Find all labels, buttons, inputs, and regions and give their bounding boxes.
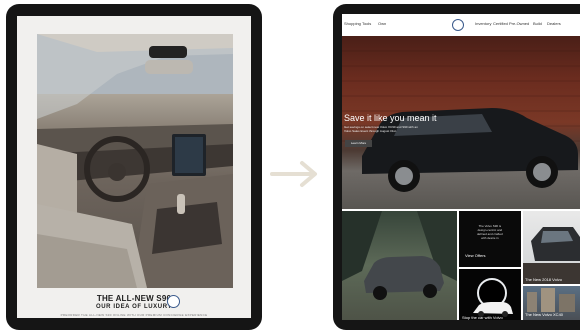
tablet-print-ad: THE ALL-NEW S90 OUR IDEA OF LUXURY PREOR… <box>6 4 262 330</box>
car-interior-photo <box>37 34 233 288</box>
tile-eclipse-car[interactable]: Stop the car with Volvo <box>459 269 521 320</box>
nav-item-dealers[interactable]: Dealers <box>547 21 561 26</box>
nav-item-own[interactable]: Own <box>378 21 386 26</box>
tile-xc40-label: The New Volvo XC40 <box>525 312 564 317</box>
print-ad-page: THE ALL-NEW S90 OUR IDEA OF LUXURY PREOR… <box>17 16 251 318</box>
ad-fine-print: PREORDER THE ALL-NEW S90 ONLINE WITH OUR… <box>60 313 208 317</box>
hero-copy: Get savings on select new Volvo XC90 and… <box>344 125 418 133</box>
nav-item-certified-pre-owned[interactable]: Certified Pre-Owned <box>493 21 529 26</box>
tile-s90-copy: The Volvo S90 is design-centric and defi… <box>477 224 503 240</box>
ad-headline: THE ALL-NEW S90 <box>96 294 172 303</box>
volvo-logo-icon[interactable] <box>452 19 464 31</box>
tile-new-volvo-label: The New 2018 Volvo <box>525 277 562 282</box>
site-navigation: Shopping Tools Own Inventory Certified P… <box>342 14 580 37</box>
tile-forest-suv[interactable] <box>342 211 457 320</box>
volvo-logo-icon <box>167 295 180 308</box>
learn-more-button[interactable]: Learn More <box>345 140 372 147</box>
tablet-website: Shopping Tools Own Inventory Certified P… <box>333 4 580 330</box>
tile-new-volvo[interactable]: The New 2018 Volvo <box>523 211 580 284</box>
hero-banner: Save it like you mean it Get savings on … <box>342 36 580 209</box>
nav-item-build[interactable]: Build <box>533 21 542 26</box>
arrow-right-icon <box>270 161 317 187</box>
tile-eclipse-label: Stop the car with Volvo <box>462 315 503 320</box>
hero-title: Save it like you mean it <box>344 113 437 123</box>
ad-subline: OUR IDEA OF LUXURY <box>95 304 173 310</box>
nav-item-shopping-tools[interactable]: Shopping Tools <box>344 21 371 26</box>
tile-xc40[interactable]: The New Volvo XC40 <box>523 286 580 320</box>
view-offers-link[interactable]: View Offers <box>465 253 486 258</box>
hero-copy-line: Volvo Sales Event through August 31st. <box>344 129 397 133</box>
website-page: Shopping Tools Own Inventory Certified P… <box>342 14 580 320</box>
tile-copy-line: with desire in <box>481 236 499 240</box>
tile-s90-intro[interactable]: The Volvo S90 is design-centric and defi… <box>459 211 521 267</box>
nav-item-inventory[interactable]: Inventory <box>475 21 491 26</box>
